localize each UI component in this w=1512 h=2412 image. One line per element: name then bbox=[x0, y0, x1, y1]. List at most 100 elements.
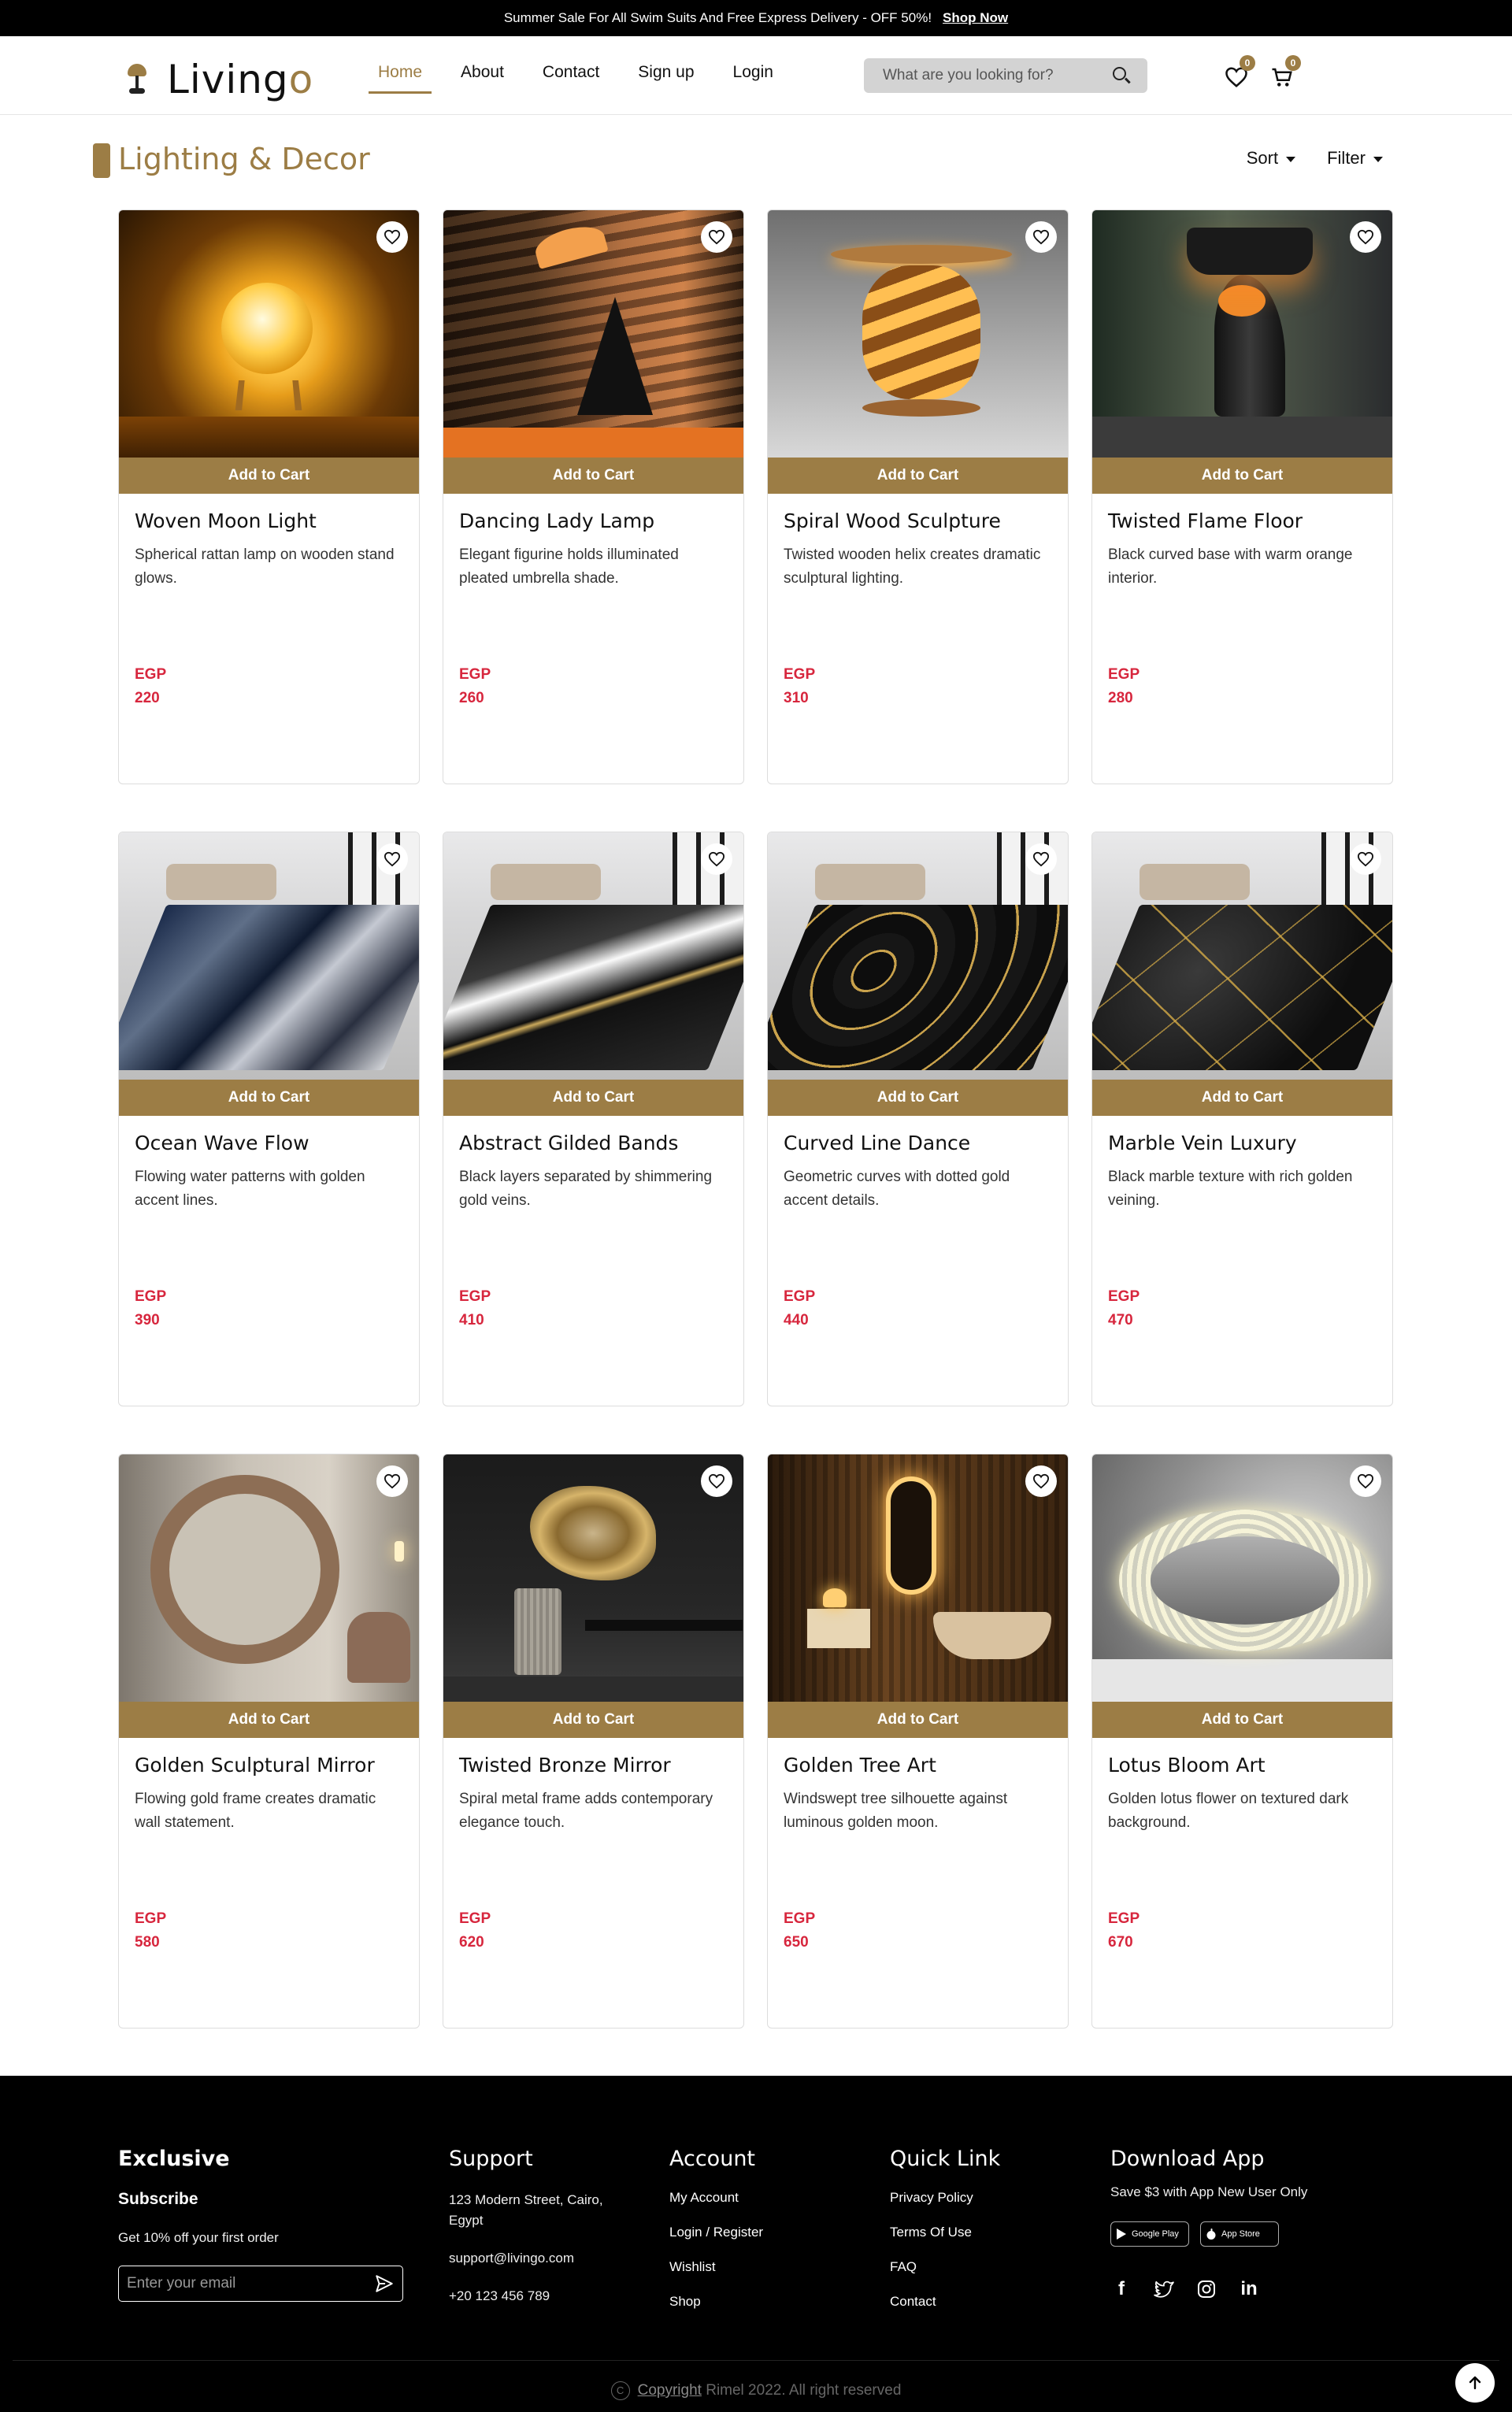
product-name[interactable]: Ocean Wave Flow bbox=[135, 1132, 403, 1154]
instagram-icon[interactable] bbox=[1195, 2278, 1217, 2300]
wishlist-button[interactable]: 0 bbox=[1221, 55, 1255, 93]
app-store-label: App Store bbox=[1221, 2229, 1260, 2239]
sort-dropdown[interactable]: Sort bbox=[1247, 148, 1296, 169]
product-name[interactable]: Curved Line Dance bbox=[784, 1132, 1052, 1154]
product-name[interactable]: Dancing Lady Lamp bbox=[459, 509, 728, 532]
copyright-line: C Copyright Rimel 2022. All right reserve… bbox=[0, 2381, 1512, 2400]
google-play-badge[interactable]: Google Play bbox=[1110, 2221, 1189, 2247]
product-card[interactable]: Add to Cart Twisted Bronze Mirror Spiral… bbox=[443, 1454, 744, 2029]
product-card[interactable]: Add to Cart Marble Vein Luxury Black mar… bbox=[1091, 832, 1393, 1406]
wishlist-heart-button[interactable] bbox=[701, 221, 732, 253]
product-name[interactable]: Abstract Gilded Bands bbox=[459, 1132, 728, 1154]
nav-about[interactable]: About bbox=[451, 63, 513, 94]
add-to-cart-button[interactable]: Add to Cart bbox=[119, 1702, 419, 1738]
product-image[interactable] bbox=[443, 832, 743, 1080]
wishlist-heart-button[interactable] bbox=[1025, 843, 1057, 875]
wishlist-heart-button[interactable] bbox=[1350, 843, 1381, 875]
product-card[interactable]: Add to Cart Twisted Flame Floor Black cu… bbox=[1091, 209, 1393, 784]
wishlist-heart-button[interactable] bbox=[376, 1465, 408, 1497]
add-to-cart-button[interactable]: Add to Cart bbox=[768, 458, 1068, 494]
wishlist-heart-button[interactable] bbox=[701, 1465, 732, 1497]
product-image[interactable] bbox=[119, 832, 419, 1080]
product-card[interactable]: Add to Cart Woven Moon Light Spherical r… bbox=[118, 209, 420, 784]
shop-now-link[interactable]: Shop Now bbox=[943, 10, 1008, 26]
facebook-icon[interactable]: f bbox=[1110, 2278, 1132, 2300]
linkedin-icon[interactable]: in bbox=[1238, 2278, 1260, 2300]
footer-link-login-register[interactable]: Login / Register bbox=[669, 2225, 763, 2240]
product-image[interactable] bbox=[1092, 832, 1392, 1080]
add-to-cart-button[interactable]: Add to Cart bbox=[768, 1080, 1068, 1116]
nav-home[interactable]: Home bbox=[369, 63, 432, 94]
wishlist-heart-button[interactable] bbox=[1025, 221, 1057, 253]
nav-login[interactable]: Login bbox=[724, 63, 783, 94]
newsletter-email-input[interactable] bbox=[127, 2275, 363, 2292]
cart-button[interactable]: 0 bbox=[1266, 55, 1301, 93]
send-icon[interactable] bbox=[374, 2273, 395, 2294]
product-name[interactable]: Woven Moon Light bbox=[135, 509, 403, 532]
product-name[interactable]: Twisted Flame Floor bbox=[1108, 509, 1377, 532]
product-card[interactable]: Add to Cart Dancing Lady Lamp Elegant fi… bbox=[443, 209, 744, 784]
add-to-cart-button[interactable]: Add to Cart bbox=[443, 1702, 743, 1738]
wishlist-heart-button[interactable] bbox=[1350, 221, 1381, 253]
product-image[interactable] bbox=[443, 1454, 743, 1702]
product-image[interactable] bbox=[768, 210, 1068, 458]
product-image[interactable] bbox=[768, 832, 1068, 1080]
product-image[interactable] bbox=[1092, 210, 1392, 458]
product-name[interactable]: Twisted Bronze Mirror bbox=[459, 1754, 728, 1777]
brand-logo[interactable]: Livingo bbox=[124, 57, 313, 102]
product-name[interactable]: Golden Sculptural Mirror bbox=[135, 1754, 403, 1777]
wishlist-heart-button[interactable] bbox=[1350, 1465, 1381, 1497]
product-name[interactable]: Lotus Bloom Art bbox=[1108, 1754, 1377, 1777]
product-card[interactable]: Add to Cart Abstract Gilded Bands Black … bbox=[443, 832, 744, 1406]
filter-dropdown[interactable]: Filter bbox=[1327, 148, 1383, 169]
footer-link-contact[interactable]: Contact bbox=[890, 2294, 1000, 2310]
add-to-cart-button[interactable]: Add to Cart bbox=[443, 458, 743, 494]
wishlist-heart-button[interactable] bbox=[701, 843, 732, 875]
product-name[interactable]: Golden Tree Art bbox=[784, 1754, 1052, 1777]
footer-link-faq[interactable]: FAQ bbox=[890, 2259, 1000, 2275]
add-to-cart-button[interactable]: Add to Cart bbox=[443, 1080, 743, 1116]
product-image[interactable] bbox=[443, 210, 743, 458]
product-card[interactable]: Add to Cart Curved Line Dance Geometric … bbox=[767, 832, 1069, 1406]
footer-support-title: Support bbox=[449, 2147, 533, 2171]
footer-link-wishlist[interactable]: Wishlist bbox=[669, 2259, 763, 2275]
footer-account: Account My Account Login / Register Wish… bbox=[669, 2147, 763, 2329]
twitter-icon[interactable] bbox=[1153, 2278, 1175, 2300]
search-input[interactable] bbox=[883, 67, 1111, 84]
product-card[interactable]: Add to Cart Lotus Bloom Art Golden lotus… bbox=[1091, 1454, 1393, 2029]
add-to-cart-button[interactable]: Add to Cart bbox=[1092, 458, 1392, 494]
support-phone[interactable]: +20 123 456 789 bbox=[449, 2286, 630, 2306]
add-to-cart-button[interactable]: Add to Cart bbox=[119, 1080, 419, 1116]
product-name[interactable]: Spiral Wood Sculpture bbox=[784, 509, 1052, 532]
footer-link-terms[interactable]: Terms Of Use bbox=[890, 2225, 1000, 2240]
back-to-top-button[interactable] bbox=[1455, 2363, 1495, 2403]
product-image[interactable] bbox=[768, 1454, 1068, 1702]
nav-contact[interactable]: Contact bbox=[533, 63, 609, 94]
price-currency: EGP bbox=[459, 1288, 491, 1305]
wishlist-heart-button[interactable] bbox=[376, 221, 408, 253]
footer-link-privacy[interactable]: Privacy Policy bbox=[890, 2190, 1000, 2206]
add-to-cart-button[interactable]: Add to Cart bbox=[119, 458, 419, 494]
app-store-badge[interactable]: App Store bbox=[1200, 2221, 1279, 2247]
wishlist-heart-button[interactable] bbox=[376, 843, 408, 875]
product-card[interactable]: Add to Cart Golden Sculptural Mirror Flo… bbox=[118, 1454, 420, 2029]
product-card[interactable]: Add to Cart Ocean Wave Flow Flowing wate… bbox=[118, 832, 420, 1406]
add-to-cart-button[interactable]: Add to Cart bbox=[1092, 1080, 1392, 1116]
support-email[interactable]: support@livingo.com bbox=[449, 2248, 630, 2269]
add-to-cart-button[interactable]: Add to Cart bbox=[1092, 1702, 1392, 1738]
product-name[interactable]: Marble Vein Luxury bbox=[1108, 1132, 1377, 1154]
nav-signup[interactable]: Sign up bbox=[628, 63, 703, 94]
search-icon[interactable] bbox=[1111, 65, 1132, 86]
product-image[interactable] bbox=[119, 1454, 419, 1702]
price-value: 390 bbox=[135, 1312, 160, 1328]
footer-link-shop[interactable]: Shop bbox=[669, 2294, 763, 2310]
product-card[interactable]: Add to Cart Spiral Wood Sculpture Twiste… bbox=[767, 209, 1069, 784]
product-image[interactable] bbox=[119, 210, 419, 458]
product-image[interactable] bbox=[1092, 1454, 1392, 1702]
product-card[interactable]: Add to Cart Golden Tree Art Windswept tr… bbox=[767, 1454, 1069, 2029]
copyright-link[interactable]: Copyright bbox=[638, 2382, 702, 2399]
footer-link-my-account[interactable]: My Account bbox=[669, 2190, 763, 2206]
add-to-cart-button[interactable]: Add to Cart bbox=[768, 1702, 1068, 1738]
wishlist-heart-button[interactable] bbox=[1025, 1465, 1057, 1497]
price-value: 260 bbox=[459, 690, 484, 706]
